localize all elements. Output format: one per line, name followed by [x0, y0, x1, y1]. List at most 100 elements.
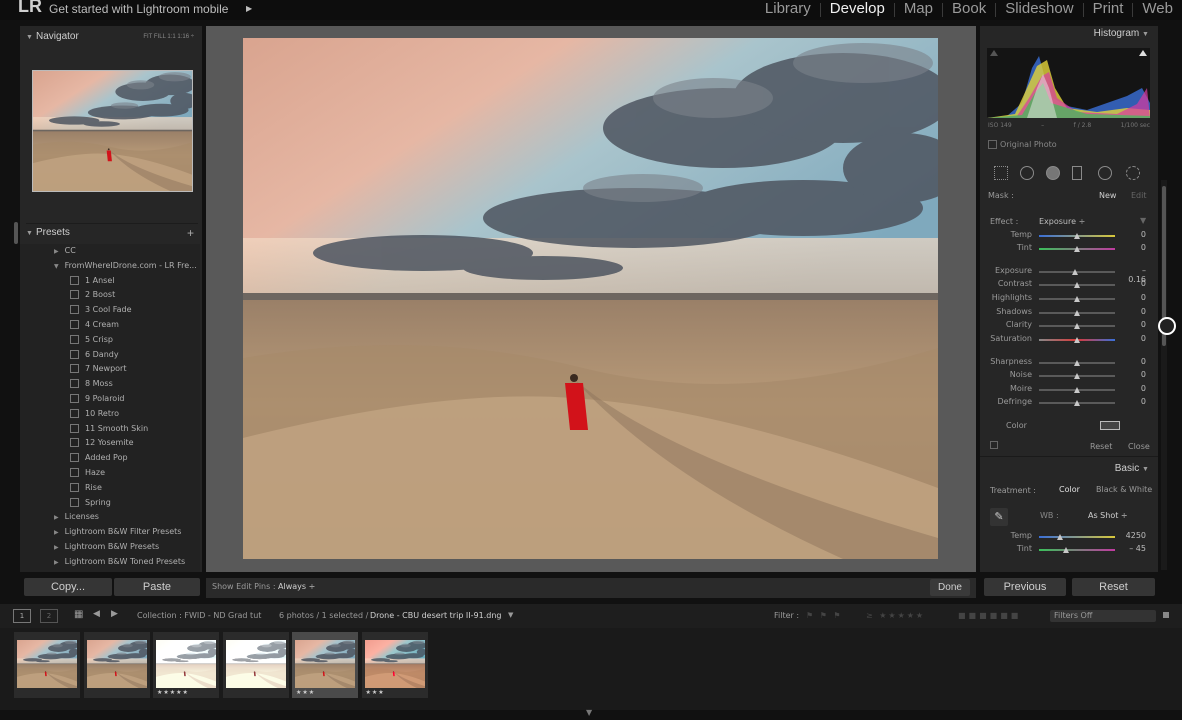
reset-button[interactable]: Reset: [1072, 578, 1155, 596]
main-photo[interactable]: [243, 38, 938, 559]
preset-item[interactable]: 6 Dandy: [20, 348, 200, 363]
folder-collapsed-icon[interactable]: ▶: [54, 544, 59, 551]
preset-label: Lightroom B&W Toned Presets: [64, 556, 186, 566]
preset-icon: [70, 364, 79, 374]
module-develop[interactable]: Develop: [821, 0, 894, 20]
preset-folder[interactable]: ▶ CC: [20, 244, 200, 259]
main-photo-image: [243, 38, 938, 559]
preset-item[interactable]: Rise: [20, 481, 200, 496]
preset-item[interactable]: 2 Boost: [20, 288, 200, 303]
filmstrip: ★★★★★ ★★★ ★★★: [0, 628, 1182, 710]
star-rating: ★★★★★: [157, 689, 189, 696]
collapse-triangle-icon[interactable]: ▼: [26, 29, 36, 47]
forward-arrow-icon[interactable]: ▶: [111, 609, 118, 619]
thumbnail-image: [156, 640, 216, 688]
copy-settings-button[interactable]: Copy...: [24, 578, 112, 596]
star-filter-icons[interactable]: ≥ ★★★★★: [866, 611, 925, 620]
slider-value[interactable]: – 45: [1122, 544, 1146, 553]
filmstrip-thumbnail[interactable]: ★★★: [292, 632, 358, 698]
preset-item[interactable]: 4 Cream: [20, 318, 200, 333]
filmstrip-lock-icon[interactable]: [1163, 612, 1169, 618]
develop-toolbar: Show Edit Pins : Always ÷ Done: [206, 578, 976, 598]
second-window-button[interactable]: 2: [40, 609, 58, 623]
filmstrip-thumbnail[interactable]: ★★★: [361, 632, 428, 698]
filmstrip-thumbnail[interactable]: ★★★★★: [153, 632, 219, 698]
left-panel-scrollbar[interactable]: [14, 222, 18, 244]
add-preset-icon[interactable]: +: [187, 224, 194, 242]
module-map[interactable]: Map: [895, 0, 942, 20]
filmstrip-header: 1 2 ▦ ◀ ▶ Collection : FWID - ND Grad tu…: [0, 604, 1182, 628]
slider-knob[interactable]: [1063, 547, 1070, 553]
filters-off-select[interactable]: Filters Off: [1050, 610, 1156, 622]
preset-item[interactable]: Haze: [20, 466, 200, 481]
filmstrip-thumbnail[interactable]: [222, 632, 289, 698]
back-arrow-icon[interactable]: ◀: [93, 609, 100, 619]
navigator-title: Navigator: [36, 31, 79, 42]
flag-filter-icons[interactable]: ⚑ ⚑ ⚑: [806, 611, 843, 620]
module-bar: LR Get started with Lightroom mobile ▶ L…: [0, 0, 1182, 20]
module-picker: Library Develop Map Book Slideshow Print Web: [756, 0, 1182, 20]
done-button[interactable]: Done: [930, 579, 970, 596]
preset-folder[interactable]: ▶ Lightroom B&W Toned Presets: [20, 555, 200, 570]
preset-icon: [70, 275, 79, 285]
presets-list: ▶ CC ▼ FromWhereIDrone.com - LR Fre... 1 Ans…: [20, 244, 200, 572]
preset-item[interactable]: 7 Newport: [20, 362, 200, 377]
preset-item[interactable]: Spring: [20, 496, 200, 511]
folder-collapsed-icon[interactable]: ▶: [54, 248, 59, 255]
preset-folder[interactable]: ▶ Licenses: [20, 510, 200, 525]
navigator-header[interactable]: ▼ Navigator FIT FILL 1:1 1:16 ÷: [26, 28, 198, 46]
grid-view-icon[interactable]: ▦: [74, 609, 83, 620]
thumbnail-image: [295, 640, 355, 688]
module-print[interactable]: Print: [1084, 0, 1133, 20]
filmstrip-thumbnail[interactable]: [83, 632, 150, 698]
preset-label: Licenses: [64, 512, 99, 522]
preset-item[interactable]: 3 Cool Fade: [20, 303, 200, 318]
folder-collapsed-icon[interactable]: ▶: [54, 559, 59, 566]
preset-folder[interactable]: ▶ Lightroom B&W Filter Presets: [20, 525, 200, 540]
slider-temp-track[interactable]: [1039, 536, 1115, 538]
module-web[interactable]: Web: [1133, 0, 1182, 20]
preset-item[interactable]: 12 Yosemite: [20, 436, 200, 451]
previous-button[interactable]: Previous: [984, 578, 1066, 596]
color-label-filter-icons[interactable]: ■■■■■■: [958, 611, 1021, 620]
slider-value[interactable]: 4250: [1122, 531, 1146, 540]
filename-dropdown-icon[interactable]: ▼: [508, 611, 513, 619]
preset-icon: [70, 497, 79, 507]
selected-filename[interactable]: Drone - CBU desert trip II-91.dng: [370, 611, 502, 620]
preset-item[interactable]: 11 Smooth Skin: [20, 422, 200, 437]
preset-label: Spring: [85, 497, 111, 507]
navigator-zoom-options[interactable]: FIT FILL 1:1 1:16 ÷: [143, 28, 194, 46]
collapse-triangle-icon[interactable]: ▼: [26, 225, 36, 243]
navigator-preview[interactable]: [32, 70, 193, 192]
preset-item[interactable]: 8 Moss: [20, 377, 200, 392]
preset-icon: [70, 482, 79, 492]
slider-knob[interactable]: [1056, 534, 1063, 540]
preset-item[interactable]: 10 Retro: [20, 407, 200, 422]
module-slideshow[interactable]: Slideshow: [996, 0, 1082, 20]
preset-folder[interactable]: ▶ Lightroom B&W Presets: [20, 540, 200, 555]
folder-collapsed-icon[interactable]: ▶: [54, 514, 59, 521]
module-library[interactable]: Library: [756, 0, 820, 20]
preset-item[interactable]: Added Pop: [20, 451, 200, 466]
collection-source[interactable]: Collection : FWID - ND Grad tut: [137, 611, 261, 620]
folder-expanded-icon[interactable]: ▼: [54, 263, 59, 270]
thumbnail-image: [86, 640, 147, 688]
preset-folder[interactable]: ▼ FromWhereIDrone.com - LR Fre...: [20, 259, 200, 274]
slider-tint-track[interactable]: [1039, 549, 1115, 551]
folder-collapsed-icon[interactable]: ▶: [54, 529, 59, 536]
thumbnail-image: [225, 640, 286, 688]
filmstrip-thumbnail[interactable]: [14, 632, 80, 698]
preset-item[interactable]: 5 Crisp: [20, 333, 200, 348]
show-edit-pins-select[interactable]: Always ÷: [278, 582, 315, 591]
show-filmstrip-arrow-icon[interactable]: ▼: [586, 708, 592, 717]
paste-settings-button[interactable]: Paste: [114, 578, 200, 596]
preset-icon: [70, 290, 79, 300]
main-window-button[interactable]: 1: [13, 609, 31, 623]
play-arrow-icon[interactable]: ▶: [246, 4, 252, 13]
module-book[interactable]: Book: [943, 0, 995, 20]
mobile-promo-link[interactable]: Get started with Lightroom mobile: [49, 2, 228, 16]
preset-item[interactable]: 9 Polaroid: [20, 392, 200, 407]
presets-header[interactable]: ▼ Presets +: [26, 223, 198, 242]
filter-label: Filter :: [774, 611, 800, 620]
preset-item[interactable]: 1 Ansel: [20, 274, 200, 289]
